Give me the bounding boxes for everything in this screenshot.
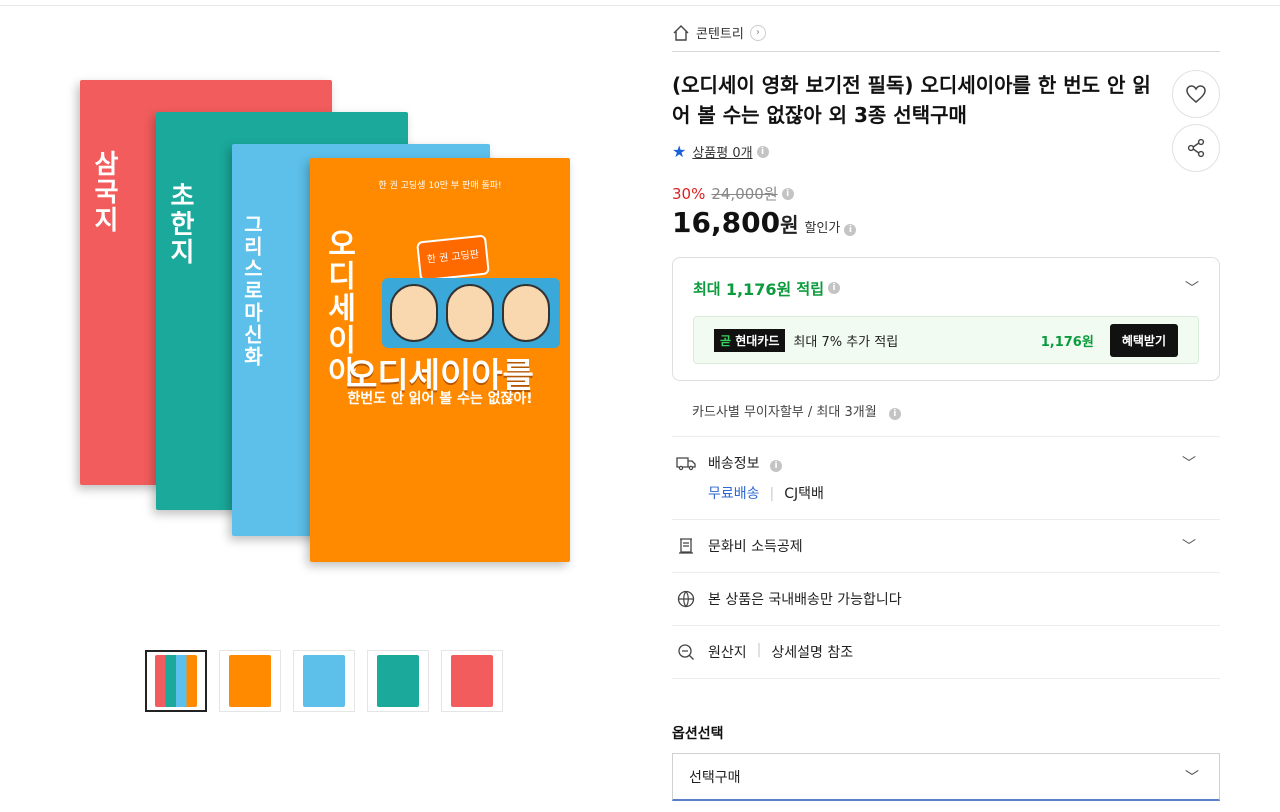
thumbnail-image (303, 655, 345, 707)
product-image[interactable]: 삼국지 초한지 그리스로마신화 오디세이아 한 권 고딩생 10만 부 판매 돌… (60, 60, 600, 580)
book-cover-odyssey: 오디세이아 한 권 고딩생 10만 부 판매 돌파! 한 권 고딩판 오디세이아… (310, 158, 570, 562)
thumbnail-strip (145, 650, 505, 712)
chevron-down-icon[interactable]: ﹀ (1185, 278, 1199, 298)
heart-icon (1186, 85, 1206, 103)
info-icon[interactable]: i (756, 145, 769, 158)
thumbnail-image (229, 655, 271, 707)
hyundai-card-logo: 곧 현대카드 (714, 328, 786, 352)
delivery-details: 무료배송 | CJ택배 (708, 486, 824, 502)
cover-top-line: 한 권 고딩생 10만 부 판매 돌파! (378, 181, 502, 191)
thumbnail-2[interactable] (219, 650, 281, 712)
discount-rate: 30% (672, 184, 706, 203)
thumbnail-4[interactable] (367, 650, 429, 712)
info-icon[interactable]: i (781, 187, 794, 200)
installment-info: 카드사별 무이자할부 / 최대 3개월 i (672, 381, 1220, 437)
sale-price: 16,800 (672, 206, 781, 239)
culture-tax-label: 문화비 소득공제 (708, 539, 803, 555)
cover-badge: 한 권 고딩판 (416, 234, 490, 282)
character-face (390, 284, 438, 342)
get-benefit-button[interactable]: 혜택받기 (1109, 323, 1178, 357)
original-price-row: 30% 24,000원 i (672, 183, 1220, 204)
origin-value: 상세설명 참조 (771, 645, 854, 661)
product-title: (오디세이 영화 보기전 필독) 오디세이아를 한 번도 안 읽어 볼 수는 없… (672, 73, 1151, 127)
info-icon[interactable]: i (769, 460, 782, 472)
wishlist-button[interactable] (1172, 70, 1220, 118)
chevron-right-icon[interactable]: › (749, 24, 766, 41)
title-section: (오디세이 영화 보기전 필독) 오디세이아를 한 번도 안 읽어 볼 수는 없… (672, 70, 1220, 172)
character-face (502, 284, 550, 342)
card-benefit-text: 최대 7% 추가 적립 (793, 334, 899, 350)
star-icon: ★ (672, 142, 687, 161)
thumbnail-3[interactable] (293, 650, 355, 712)
breadcrumb: 콘텐트리 › (672, 20, 1220, 52)
search-origin-icon (676, 642, 696, 662)
cover-subtitle: 한번도 안 읽어 볼 수는 없잖아! (347, 391, 533, 407)
culture-tax-row[interactable]: 문화비 소득공제 ﹀ (672, 520, 1220, 573)
points-suffix: 적립 (796, 279, 825, 298)
card-benefit-amount: 1,176원 (1040, 334, 1094, 350)
info-icon[interactable]: i (828, 282, 841, 294)
option-dropdown[interactable]: 선택구매 ﹀ (672, 753, 1220, 801)
thumbnail-1[interactable] (145, 650, 207, 712)
rating-summary: ★ 상품평 0개 i (672, 142, 1220, 161)
sale-price-row: 16,800 원 할인가 i (672, 206, 1220, 239)
chevron-down-icon: ﹀ (1185, 769, 1199, 786)
reward-points-header[interactable]: 최대 1,176원 적립 i (693, 276, 1199, 300)
card-benefit-banner: 곧 현대카드 최대 7% 추가 적립 1,176원 혜택받기 (693, 316, 1199, 364)
chevron-down-icon[interactable]: ﹀ (1182, 453, 1196, 473)
origin-row: 원산지 | 상세설명 참조 (672, 626, 1220, 679)
option-selected-value: 선택구매 (689, 769, 741, 786)
points-prefix: 최대 (693, 279, 721, 298)
origin-label: 원산지 (708, 645, 747, 661)
info-icon[interactable]: i (844, 224, 857, 236)
cover-illustration (382, 278, 560, 348)
thumbnail-image (155, 655, 197, 707)
character-face (446, 284, 494, 342)
installment-text: 카드사별 무이자할부 / 최대 3개월 (692, 405, 877, 420)
book-spine-title: 초한지 (165, 182, 195, 266)
courier-name: CJ택배 (784, 486, 824, 502)
chevron-down-icon[interactable]: ﹀ (1182, 536, 1196, 556)
share-icon (1187, 138, 1205, 158)
truck-icon (676, 453, 696, 473)
domestic-shipping-row: 본 상품은 국내배송만 가능합니다 (672, 573, 1220, 626)
globe-icon (676, 589, 696, 609)
thumbnail-5[interactable] (441, 650, 503, 712)
thumbnail-image (451, 655, 493, 707)
currency-unit: 원 (780, 213, 799, 237)
reward-points-box: 최대 1,176원 적립 i ﹀ 곧 현대카드 최대 7% 추가 적립 1,17… (672, 257, 1220, 381)
share-button[interactable] (1172, 124, 1220, 172)
points-amount: 1,176원 (725, 280, 792, 299)
book-spine-title: 삼국지 (89, 150, 119, 234)
review-count-link[interactable]: 상품평 0개 (692, 142, 752, 161)
sale-price-label: 할인가 (804, 221, 841, 236)
receipt-icon (676, 536, 696, 556)
info-icon[interactable]: i (888, 408, 901, 420)
thumbnail-image (377, 655, 419, 707)
delivery-info-row[interactable]: 배송정보 i 무료배송 | CJ택배 ﹀ (672, 437, 1220, 520)
top-nav-strip (0, 0, 1280, 6)
product-info-panel: 콘텐트리 › (오디세이 영화 보기전 필독) 오디세이아를 한 번도 안 읽어… (672, 20, 1220, 801)
home-icon[interactable] (672, 24, 690, 42)
breadcrumb-label[interactable]: 콘텐트리 (696, 23, 744, 42)
delivery-label: 배송정보 (708, 456, 760, 472)
original-price: 24,000원 (711, 185, 778, 203)
option-select-label: 옵션선택 (672, 726, 724, 742)
book-spine-title: 그리스로마신화 (240, 214, 264, 368)
domestic-shipping-text: 본 상품은 국내배송만 가능합니다 (708, 592, 902, 608)
free-shipping: 무료배송 (708, 486, 760, 502)
